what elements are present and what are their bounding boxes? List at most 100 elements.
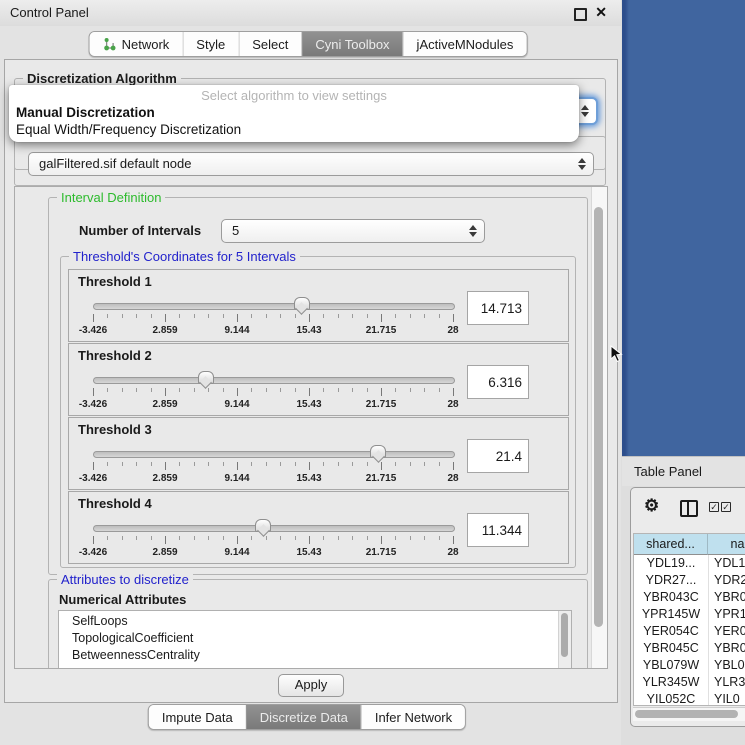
- node-table-container: ⚙ ✓ ✓ shared... na YDL19...YDL1YDR27...Y…: [630, 487, 745, 727]
- scrollbar-thumb[interactable]: [594, 207, 603, 627]
- cell-shared-name[interactable]: YBR045C: [634, 640, 709, 657]
- cell-name[interactable]: YDL1: [709, 555, 745, 572]
- threshold-label: Threshold 4: [78, 496, 152, 511]
- column-header[interactable]: shared...: [634, 534, 708, 555]
- settings-vertical-scrollbar[interactable]: [591, 187, 607, 668]
- float-window-icon[interactable]: [574, 8, 587, 21]
- tick-label: 9.144: [224, 325, 249, 336]
- table-row[interactable]: YDL19...YDL1: [634, 555, 745, 572]
- discretization-algorithm-title: Discretization Algorithm: [23, 71, 181, 86]
- slider-thumb[interactable]: [370, 445, 386, 458]
- tick-label: 28: [447, 547, 458, 558]
- slider-thumb[interactable]: [255, 519, 271, 532]
- popup-option[interactable]: Equal Width/Frequency Discretization: [16, 122, 241, 137]
- cell-name[interactable]: YLR3: [709, 674, 745, 691]
- cell-name[interactable]: YPR1: [709, 606, 745, 623]
- node-table[interactable]: shared... na YDL19...YDL1YDR27...YDR2YBR…: [633, 533, 745, 706]
- column-chooser-icon[interactable]: [680, 500, 698, 517]
- tab-infer-network[interactable]: Infer Network: [361, 705, 465, 729]
- cell-shared-name[interactable]: YLR345W: [634, 674, 709, 691]
- combo-stepper-icon: [581, 105, 589, 117]
- checkbox-icon[interactable]: ✓: [721, 502, 731, 512]
- slider-track[interactable]: [93, 451, 455, 458]
- cell-name[interactable]: YBR0: [709, 640, 745, 657]
- cell-shared-name[interactable]: YBL079W: [634, 657, 709, 674]
- tab-cyni-toolbox[interactable]: Cyni Toolbox: [301, 32, 402, 56]
- apply-button[interactable]: Apply: [278, 674, 344, 697]
- table-row[interactable]: YLR345WYLR3: [634, 674, 745, 691]
- close-icon[interactable]: ✕: [595, 4, 607, 21]
- slider-tick-labels: -3.4262.8599.14415.4321.71528: [93, 325, 453, 337]
- tab-label: Style: [196, 37, 225, 52]
- cell-shared-name[interactable]: YPR145W: [634, 606, 709, 623]
- table-horizontal-scrollbar[interactable]: [633, 707, 745, 721]
- threshold-slider[interactable]: -3.4262.8599.14415.4321.71528: [93, 370, 453, 412]
- threshold-panel: Threshold 1 -3.4262.8599.14415.4321.7152…: [68, 269, 569, 342]
- cell-shared-name[interactable]: YDR27...: [634, 572, 709, 589]
- tick-label: -3.426: [79, 473, 107, 484]
- attributes-list[interactable]: SelfLoopsTopologicalCoefficientBetweenne…: [58, 610, 572, 669]
- tick-label: 15.43: [296, 473, 321, 484]
- threshold-slider[interactable]: -3.4262.8599.14415.4321.71528: [93, 518, 453, 560]
- table-row[interactable]: YBL079WYBL0: [634, 657, 745, 674]
- tab-discretize-data[interactable]: Discretize Data: [246, 705, 361, 729]
- cell-shared-name[interactable]: YDL19...: [634, 555, 709, 572]
- tick-label: 21.715: [366, 399, 397, 410]
- threshold-panel: Threshold 3 -3.4262.8599.14415.4321.7152…: [68, 417, 569, 490]
- table-row[interactable]: YBR045CYBR0: [634, 640, 745, 657]
- table-row[interactable]: YIL052CYIL0: [634, 691, 745, 706]
- slider-ticks: [93, 536, 453, 545]
- tab-style[interactable]: Style: [182, 32, 238, 56]
- table-row[interactable]: YPR145WYPR1: [634, 606, 745, 623]
- slider-track[interactable]: [93, 303, 455, 310]
- cell-shared-name[interactable]: YIL052C: [634, 691, 709, 706]
- tab-network[interactable]: Network: [90, 32, 183, 56]
- threshold-value-field[interactable]: 11.344: [467, 513, 529, 547]
- cell-name[interactable]: YER0: [709, 623, 745, 640]
- slider-ticks: [93, 462, 453, 471]
- attribute-item[interactable]: SelfLoops: [59, 613, 571, 630]
- number-of-intervals-combo[interactable]: 5: [221, 219, 485, 243]
- threshold-value-field[interactable]: 6.316: [467, 365, 529, 399]
- checkbox-icon[interactable]: ✓: [709, 502, 719, 512]
- scrollbar-thumb[interactable]: [635, 710, 738, 718]
- threshold-slider[interactable]: -3.4262.8599.14415.4321.71528: [93, 444, 453, 486]
- table-row[interactable]: YER054CYER0: [634, 623, 745, 640]
- attributes-group: Attributes to discretize Numerical Attri…: [48, 579, 588, 669]
- attribute-item[interactable]: TopologicalCoefficient: [59, 630, 571, 647]
- threshold-value-field[interactable]: 14.713: [467, 291, 529, 325]
- network-icon: [103, 37, 117, 51]
- mouse-cursor: [610, 345, 623, 364]
- column-header[interactable]: na: [708, 534, 745, 555]
- tab-select[interactable]: Select: [238, 32, 301, 56]
- combo-stepper-icon: [578, 158, 586, 170]
- tab-label: Cyni Toolbox: [315, 37, 389, 52]
- tab-jactivemnodules[interactable]: jActiveMNodules: [403, 32, 527, 56]
- algorithm-dropdown-popup: Select algorithm to view settings Manual…: [9, 85, 579, 142]
- cell-name[interactable]: YDR2: [709, 572, 745, 589]
- settings-gear-icon[interactable]: ⚙: [644, 496, 659, 516]
- table-data-combo[interactable]: galFiltered.sif default node: [28, 152, 594, 176]
- slider-thumb[interactable]: [198, 371, 214, 384]
- table-row[interactable]: YDR27...YDR2: [634, 572, 745, 589]
- slider-track[interactable]: [93, 377, 455, 384]
- slider-track[interactable]: [93, 525, 455, 532]
- tick-label: 15.43: [296, 399, 321, 410]
- cell-shared-name[interactable]: YER054C: [634, 623, 709, 640]
- cell-name[interactable]: YBL0: [709, 657, 745, 674]
- threshold-value-field[interactable]: 21.4: [467, 439, 529, 473]
- scrollbar-thumb[interactable]: [561, 613, 568, 657]
- threshold-slider[interactable]: -3.4262.8599.14415.4321.71528: [93, 296, 453, 338]
- attributes-group-title: Attributes to discretize: [57, 572, 193, 587]
- slider-thumb[interactable]: [294, 297, 310, 310]
- cell-name[interactable]: YIL0: [709, 691, 745, 706]
- tab-impute-data[interactable]: Impute Data: [149, 705, 246, 729]
- tick-label: 15.43: [296, 325, 321, 336]
- table-row[interactable]: YBR043CYBR0: [634, 589, 745, 606]
- attribute-item[interactable]: BetweennessCentrality: [59, 647, 571, 664]
- attributes-list-scrollbar[interactable]: [558, 611, 571, 669]
- popup-option[interactable]: Manual Discretization: [16, 105, 155, 120]
- cell-shared-name[interactable]: YBR043C: [634, 589, 709, 606]
- cell-name[interactable]: YBR0: [709, 589, 745, 606]
- tick-label: 2.859: [152, 547, 177, 558]
